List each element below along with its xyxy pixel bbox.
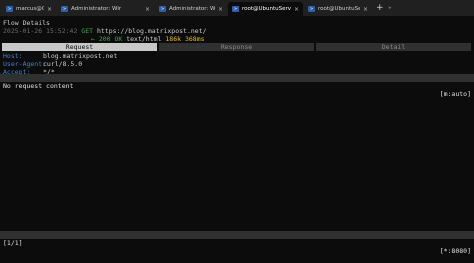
listen-port: [*:8080] [439, 247, 471, 255]
header-name: User-Agent: [3, 60, 47, 68]
tab-bar: > marcus@Oracle-8 × > Administrator: Wir… [0, 0, 474, 16]
terminal-tab[interactable]: > marcus@Oracle-8 × [2, 2, 56, 16]
request-url: https://blog.matrixpost.net/ [96, 27, 207, 35]
request-method: GET [81, 27, 94, 35]
response-line: ← 200 OK text/html 186k 368ms [91, 35, 205, 43]
powershell-icon: > [61, 6, 68, 12]
terminal-icon: > [232, 6, 239, 12]
tab-title: Administrator: Wir [169, 6, 215, 12]
flow-details-heading: Flow Details [3, 19, 50, 27]
header-value: blog.matrixpost.net [43, 52, 118, 60]
view-mode[interactable]: [m:auto] [440, 90, 471, 98]
tab-title: root@UbuntuServ [318, 6, 360, 12]
request-line: 2025-01-26 15:52:42 GET https://blog.mat… [3, 27, 207, 35]
content-type: text/html [126, 35, 162, 43]
status-bar: [1/1] [*:8080] [0, 231, 474, 255]
tab-title: Administrator: Wir [71, 6, 122, 12]
close-icon[interactable]: × [294, 6, 299, 13]
tab-title: root@UbuntuServ [242, 6, 291, 12]
tab-request[interactable]: Request [2, 43, 157, 51]
tab-title: marcus@Oracle-8 [16, 6, 44, 12]
header-row: Host: blog.matrixpost.net [3, 52, 117, 60]
close-icon[interactable]: × [218, 6, 223, 13]
terminal-tab[interactable]: > Administrator: Wir × [57, 2, 154, 16]
tab-response-label: Response [220, 43, 253, 51]
header-name: Host: [3, 52, 23, 60]
tab-detail-label: Detail [381, 43, 406, 51]
close-icon[interactable]: × [363, 6, 368, 13]
terminal-tab[interactable]: > root@UbuntuServ × [304, 2, 372, 16]
response-duration: 368ms [184, 35, 205, 43]
terminal-icon: > [6, 6, 13, 12]
terminal-tab[interactable]: > Administrator: Wir × [155, 2, 227, 16]
header-row: User-Agent:curl/8.5.0 [3, 60, 82, 68]
chevron-down-icon[interactable]: ⌄ [388, 3, 392, 10]
terminal-tab-active[interactable]: > root@UbuntuServ × [228, 2, 303, 16]
timestamp: 2025-01-26 15:52:42 [3, 27, 78, 35]
tab-response[interactable]: Response [159, 43, 314, 51]
response-size: 186k [165, 35, 182, 43]
content-bar: No request content [m:auto] [0, 74, 474, 98]
content-status: No request content [3, 82, 74, 90]
header-value: curl/8.5.0 [43, 60, 83, 68]
response-status: ← 200 OK [91, 35, 123, 43]
powershell-icon: > [159, 6, 166, 12]
terminal-content[interactable]: Flow Details 2025-01-26 15:52:42 GET htt… [0, 16, 474, 255]
close-icon[interactable]: × [47, 6, 52, 13]
page-indicator: [1/1] [3, 239, 23, 247]
tab-detail[interactable]: Detail [316, 43, 471, 51]
new-tab-button[interactable]: + [376, 3, 384, 13]
terminal-icon: > [308, 6, 315, 12]
tab-request-label: Request [65, 43, 94, 51]
close-icon[interactable]: × [145, 6, 150, 13]
